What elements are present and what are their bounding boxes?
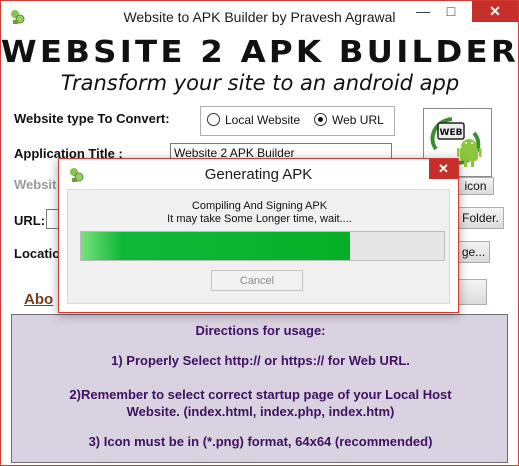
cancel-button[interactable]: Cancel [211,270,303,291]
generating-apk-dialog: Generating APK ✕ Compiling And Signing A… [58,158,459,313]
close-button[interactable]: ✕ [472,1,518,22]
change-location-button[interactable]: ge... [457,241,490,263]
direction-3: 3) Icon must be in (*.png) format, 64x64… [88,434,433,449]
website-type-label: Website type To Convert: [14,111,170,126]
website-type-group: Local Website Web URL [200,106,395,136]
radio-web-url[interactable]: Web URL [314,113,384,127]
directions-heading: Directions for usage: [195,323,326,338]
dialog-close-button[interactable]: ✕ [429,159,458,179]
direction-1: 1) Properly Select http:// or https:// f… [111,353,410,368]
about-link[interactable]: Abo [24,291,53,308]
direction-2a: 2)Remember to select correct startup pag… [69,387,452,402]
website-label: Websit [14,177,57,192]
dialog-body: Compiling And Signing APK It may take So… [67,189,450,304]
dialog-message-2: It may take Some Longer time, wait.... [167,213,352,225]
location-label: Locatio [14,246,61,261]
minimize-button[interactable]: — [409,1,437,22]
radio-local-website[interactable]: Local Website [207,113,300,127]
dialog-message-1: Compiling And Signing APK [191,200,328,212]
choose-icon-button[interactable]: icon [457,177,494,195]
title-bar[interactable]: Website to APK Builder by Pravesh Agrawa… [1,1,518,32]
main-window: Website to APK Builder by Pravesh Agrawa… [0,0,519,466]
radio-web-label: Web URL [332,113,384,127]
progress-bar [80,231,445,261]
radio-web-dot[interactable] [314,113,327,126]
url-label: URL: [14,213,46,228]
dialog-title-bar[interactable]: Generating APK ✕ [59,159,458,189]
icon-web-text: WEB [440,128,463,138]
banner: WEBSITE 2 APK BUILDER Transform your sit… [1,33,516,103]
radio-local-label: Local Website [225,113,301,127]
direction-2b: Website. (index.html, index.php, index.h… [126,404,395,419]
select-folder-button[interactable]: Folder. [457,207,504,229]
banner-title: WEBSITE 2 APK BUILDER [0,35,519,70]
progress-fill [81,232,350,260]
directions-panel: Directions for usage: 1) Properly Select… [11,314,508,463]
build-button[interactable] [457,279,487,305]
maximize-button[interactable]: □ [437,1,465,22]
banner-subtitle: Transform your site to an android app [60,71,460,95]
radio-local-dot[interactable] [207,113,220,126]
dialog-title: Generating APK [204,166,313,183]
